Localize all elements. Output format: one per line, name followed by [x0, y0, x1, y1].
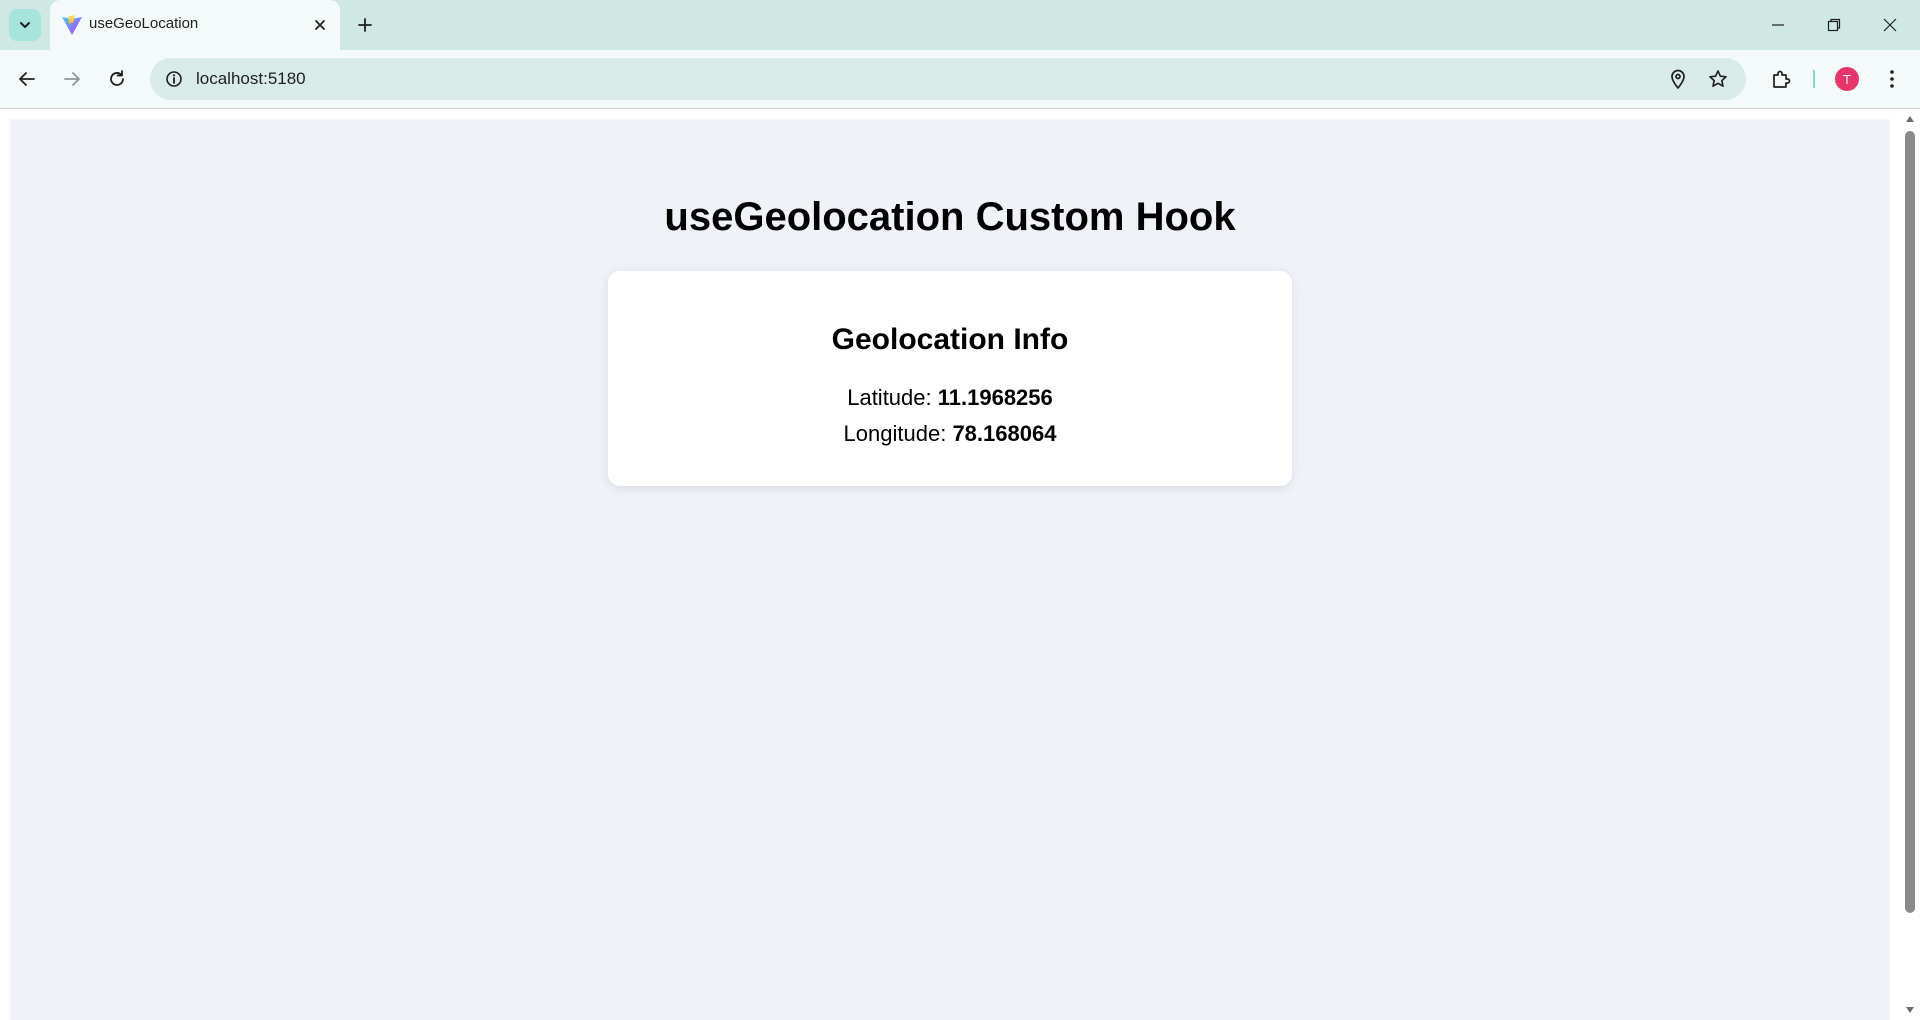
- card-title: Geolocation Info: [831, 323, 1069, 356]
- vite-logo-icon: [62, 15, 82, 35]
- minimize-button[interactable]: [1750, 0, 1806, 50]
- location-icon: [1671, 69, 1685, 89]
- page-viewport: useGeolocation Custom Hook Geolocation I…: [0, 109, 1920, 1020]
- location-permission-button[interactable]: [1666, 67, 1690, 91]
- site-info-button[interactable]: [162, 67, 186, 91]
- close-icon: [315, 20, 325, 30]
- tab-search-button[interactable]: [9, 9, 41, 41]
- forward-icon: [64, 72, 80, 86]
- forward-button[interactable]: [54, 61, 90, 97]
- toolbar-divider: [1813, 70, 1815, 88]
- restore-button[interactable]: [1806, 0, 1862, 50]
- latitude-value: 11.1968256: [937, 385, 1053, 410]
- triangle-down-icon: [1906, 1007, 1914, 1013]
- new-tab-button[interactable]: [351, 11, 379, 39]
- reload-button[interactable]: [99, 61, 135, 97]
- scroll-up-button[interactable]: [1904, 113, 1916, 125]
- extensions-button[interactable]: [1763, 61, 1799, 97]
- minimize-icon: [1772, 24, 1784, 26]
- app-root: useGeolocation Custom Hook Geolocation I…: [10, 119, 1890, 1020]
- url-text[interactable]: localhost:5180: [196, 58, 306, 100]
- latitude-row: Latitude: 11.1968256: [608, 385, 1292, 411]
- geolocation-card: Geolocation Info Latitude: 11.1968256 Lo…: [608, 271, 1292, 486]
- longitude-label: Longitude:: [843, 421, 947, 446]
- site-info-icon: [166, 71, 182, 87]
- star-icon: [1709, 70, 1727, 87]
- longitude-row: Longitude: 78.168064: [608, 421, 1292, 447]
- tab-title: useGeoLocation: [89, 15, 199, 32]
- tab-close-button[interactable]: [308, 13, 332, 37]
- plus-icon: [358, 18, 372, 32]
- browser-menu-button[interactable]: [1874, 61, 1910, 97]
- close-icon: [1883, 18, 1897, 32]
- chevron-down-icon: [20, 22, 30, 28]
- back-icon: [19, 72, 35, 86]
- browser-toolbar: localhost:5180: [0, 50, 1920, 108]
- reload-icon: [110, 70, 124, 86]
- extensions-icon: [1773, 70, 1791, 88]
- profile-avatar[interactable]: T: [1835, 67, 1859, 91]
- page-scrollbar[interactable]: [1900, 109, 1920, 1020]
- tab-strip: useGeoLocation: [0, 0, 1920, 50]
- triangle-up-icon: [1906, 116, 1914, 122]
- more-menu-icon: [1890, 70, 1894, 88]
- scrollbar-thumb[interactable]: [1905, 131, 1915, 913]
- close-window-button[interactable]: [1862, 0, 1918, 50]
- bookmark-button[interactable]: [1706, 67, 1730, 91]
- back-button[interactable]: [9, 61, 45, 97]
- scroll-down-button[interactable]: [1904, 1004, 1916, 1016]
- page-title: useGeolocation Custom Hook: [664, 195, 1236, 239]
- address-bar[interactable]: localhost:5180: [150, 58, 1746, 100]
- longitude-value: 78.168064: [952, 421, 1057, 446]
- latitude-label: Latitude:: [847, 385, 932, 410]
- restore-icon: [1827, 18, 1841, 32]
